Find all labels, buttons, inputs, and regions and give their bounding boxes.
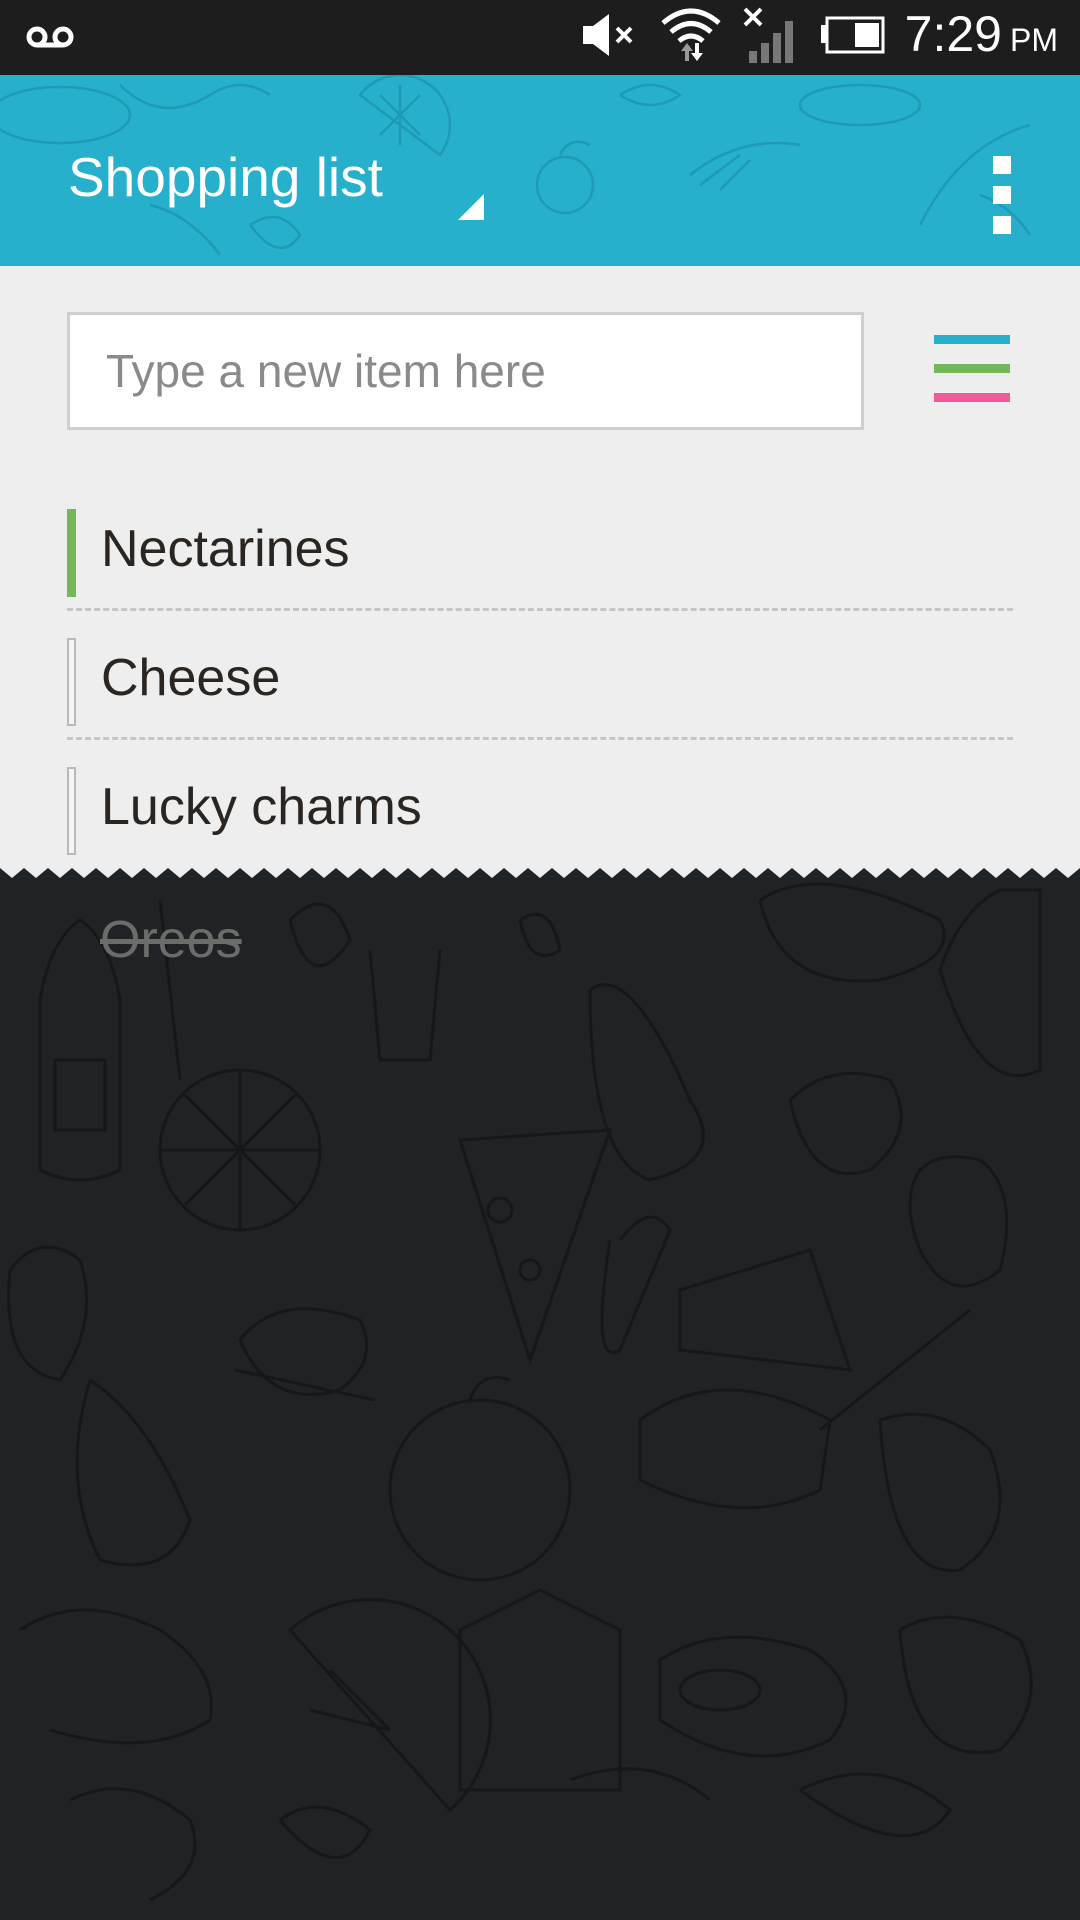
clock-time: 7:29 xyxy=(904,6,1002,62)
list-item[interactable]: Cheese xyxy=(67,612,1013,740)
wifi-icon xyxy=(659,5,723,70)
priority-marker[interactable] xyxy=(67,509,76,597)
list-item-label: Nectarines xyxy=(101,520,350,578)
dropdown-triangle-icon xyxy=(458,194,484,220)
page-title: Shopping list xyxy=(68,146,383,208)
overflow-menu-icon[interactable] xyxy=(972,135,1032,255)
food-doodle-background xyxy=(7,882,1042,1902)
list-item-label: Cheese xyxy=(101,649,281,707)
priority-marker[interactable] xyxy=(67,638,76,726)
app-screen: 7:29 PM Shopping list Type a new item he… xyxy=(0,0,1080,1920)
mute-icon xyxy=(581,10,641,65)
app-bar: Shopping list xyxy=(0,75,1080,266)
item-divider xyxy=(67,737,1013,740)
completed-item[interactable]: Oreos xyxy=(100,910,242,970)
voicemail-icon xyxy=(26,22,74,57)
priority-marker[interactable] xyxy=(67,767,76,855)
new-item-input[interactable] xyxy=(67,312,864,430)
status-bar: 7:29 PM xyxy=(0,0,1080,75)
no-signal-icon xyxy=(741,5,801,70)
item-divider xyxy=(67,608,1013,611)
status-clock: 7:29 PM xyxy=(905,0,1058,78)
list-item-label: Lucky charms xyxy=(101,778,422,836)
list-item[interactable]: Lucky charms xyxy=(67,741,1013,869)
clock-ampm: PM xyxy=(1010,22,1058,58)
color-sort-icon[interactable] xyxy=(930,332,1010,406)
battery-icon xyxy=(819,15,887,60)
list-item[interactable]: Nectarines xyxy=(67,483,1013,611)
